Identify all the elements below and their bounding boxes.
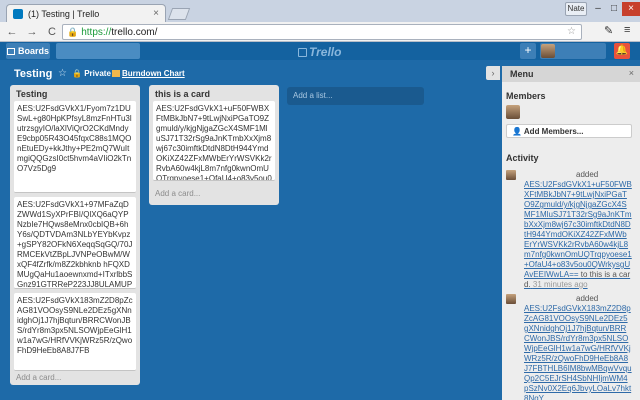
browser-toolbar: ← → C 🔒 https:// trello.com/ ☆	[0, 22, 640, 42]
activity-item: added AES:U2FsdGVkX183mZ2D8pZcAG81VOOsyS…	[506, 294, 636, 400]
avatar	[541, 44, 555, 58]
sidebar-menu: Menu × Members 👤 Add Members... Activity…	[502, 66, 640, 400]
close-icon[interactable]: ×	[629, 68, 634, 78]
members-heading: Members	[506, 91, 546, 101]
address-bar[interactable]: 🔒 https:// trello.com/ ☆	[62, 24, 582, 40]
add-card-button[interactable]: Add a card...	[16, 373, 61, 382]
activity-card-text: AES:U2FsdGVkX1+uF50FWBXFtMBkJbN7+9tLwjNx…	[524, 180, 632, 279]
board-star-icon[interactable]: ☆	[58, 68, 67, 79]
list-testing: Testing AES:U2FsdGVkX1/Fyom7z1DUSwL+g80H…	[10, 85, 140, 385]
sidebar-header: Menu ×	[502, 66, 640, 82]
avatar	[506, 170, 516, 180]
browser-tabstrip: (1) Testing | Trello × Nate – □ ×	[0, 0, 640, 22]
burndown-chart-link[interactable]: Burndown Chart	[112, 69, 185, 78]
member-avatar[interactable]	[506, 105, 520, 119]
tab-title: (1) Testing | Trello	[28, 8, 100, 19]
window-close-button[interactable]: ×	[622, 2, 640, 16]
maximize-button[interactable]: □	[606, 2, 622, 16]
logo-text: Trello	[309, 45, 342, 59]
person-icon: 👤	[512, 127, 522, 136]
visibility-button[interactable]: 🔒 Private	[72, 69, 111, 78]
browser-menu-icon[interactable]: ≡	[624, 24, 630, 36]
boards-icon	[6, 47, 15, 55]
browser-tab[interactable]: (1) Testing | Trello ×	[6, 4, 166, 22]
add-members-label: Add Members...	[523, 127, 584, 136]
bookmark-star-icon[interactable]: ☆	[567, 26, 576, 37]
back-arrow-icon[interactable]: ←	[4, 26, 20, 38]
activity-item: added AES:U2FsdGVkX1+uF50FWBXFtMBkJbN7+9…	[506, 170, 636, 289]
extension-icon[interactable]: ✎	[604, 24, 613, 37]
lock-icon: 🔒	[67, 26, 79, 37]
add-card-button[interactable]: Add a card...	[155, 189, 200, 198]
list-card[interactable]: AES:U2FsdGVkX183mZ2D8pZcAG81VOOsyS9NLe2D…	[14, 293, 136, 371]
trello-logo[interactable]: Trello	[298, 45, 341, 59]
list-card[interactable]: AES:U2FsdGVkX1+97MFaZqDZWWd1SyXPrFBI/QlX…	[14, 197, 136, 289]
activity-card-link[interactable]: AES:U2FsdGVkX1+uF50FWBXFtMBkJbN7+9tLwjNx…	[524, 180, 632, 290]
sidebar-title: Menu	[510, 69, 534, 79]
activity-card-text: AES:U2FsdGVkX183mZ2D8pZcAG81VOOsyS9NLe2D…	[524, 304, 632, 400]
search-input[interactable]	[56, 43, 140, 59]
boards-button[interactable]: Boards	[6, 43, 50, 59]
profile-badge[interactable]: Nate	[565, 2, 587, 16]
notification-bell-icon[interactable]: 🔔	[614, 43, 630, 59]
avatar	[506, 294, 516, 304]
burndown-icon	[112, 70, 120, 77]
list-this-is-a-card: this is a card AES:U2FsdGVkX1+uF50FWBXFt…	[149, 85, 279, 205]
list-card[interactable]: AES:U2FsdGVkX1/Fyom7z1DUSwL+g80HpKPfsyL8…	[14, 101, 136, 193]
add-button[interactable]: +	[520, 43, 536, 59]
trello-favicon-icon	[13, 8, 23, 19]
sidebar-toggle-icon[interactable]: ›	[486, 66, 500, 80]
forward-arrow-icon[interactable]: →	[24, 26, 40, 38]
activity-heading: Activity	[506, 153, 539, 163]
activity-verb: added	[576, 170, 599, 179]
tab-close-icon[interactable]: ×	[153, 8, 159, 19]
lock-icon: 🔒	[72, 69, 82, 78]
add-list-input[interactable]: Add a list...	[287, 87, 424, 105]
reload-icon[interactable]: C	[44, 26, 60, 38]
activity-time: 31 minutes ago	[532, 280, 588, 289]
list-title[interactable]: this is a card	[155, 89, 210, 99]
boards-label: Boards	[17, 46, 49, 56]
board-title[interactable]: Testing	[14, 68, 52, 80]
visibility-label: Private	[84, 69, 111, 78]
burndown-label: Burndown Chart	[122, 69, 185, 78]
list-card[interactable]: AES:U2FsdGVkX1+uF50FWBXFtMBkJbN7+9tLwjNx…	[153, 101, 275, 181]
activity-card-link[interactable]: AES:U2FsdGVkX183mZ2D8pZcAG81VOOsyS9NLe2D…	[524, 304, 632, 400]
minimize-button[interactable]: –	[590, 2, 606, 16]
url-scheme: https://	[81, 26, 112, 38]
list-title[interactable]: Testing	[16, 89, 47, 99]
user-menu-button[interactable]	[540, 43, 606, 59]
trello-logo-icon	[298, 47, 307, 57]
activity-verb: added	[576, 294, 599, 303]
new-tab-button[interactable]	[167, 8, 191, 20]
add-members-button[interactable]: 👤 Add Members...	[506, 124, 632, 138]
url-path: trello.com/	[111, 26, 158, 38]
trello-header: Boards Trello + 🔔	[0, 42, 640, 60]
